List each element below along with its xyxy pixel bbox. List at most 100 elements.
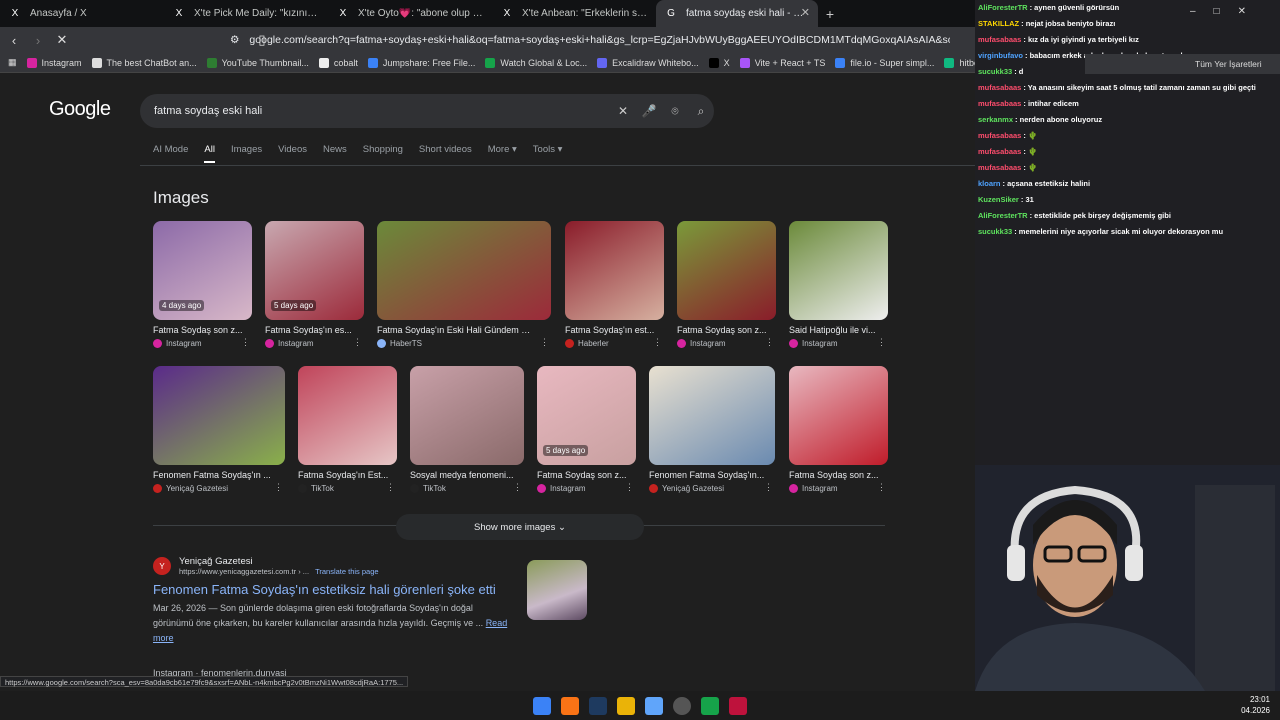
image-source[interactable]: Yeniçağ Gazetesi [662, 484, 724, 493]
search-tab[interactable]: Videos [278, 144, 307, 163]
more-options-icon[interactable]: ⋮ [241, 337, 250, 348]
image-result[interactable]: 4 days ago Fatma Soydaş son z... Instagram… [153, 221, 252, 348]
image-source[interactable]: TikTok [311, 484, 334, 493]
voice-search-icon[interactable]: 🎤 [636, 104, 662, 118]
chat-username[interactable]: virginbufavo [978, 51, 1023, 60]
result-url[interactable]: https://www.yenicaggazetesi.com.tr › ... [179, 567, 309, 576]
start-icon[interactable] [533, 696, 551, 715]
all-bookmarks-folder[interactable]: Tüm Yer İşaretleri [1085, 54, 1280, 74]
image-source[interactable]: Instagram [550, 484, 586, 493]
chat-username[interactable]: serkanmx [978, 115, 1013, 124]
more-options-icon[interactable]: ⋮ [353, 337, 362, 348]
chat-username[interactable]: mufasabaas [978, 163, 1021, 172]
image-result[interactable]: Sosyal medya fenomeni... TikTok ⋮ [410, 366, 524, 493]
result-title[interactable]: Fenomen Fatma Soydaş'ın estetiksiz hali … [153, 582, 513, 597]
image-source[interactable]: Instagram [802, 484, 838, 493]
image-result[interactable]: Fatma Soydaş'ın Eski Hali Gündem Ol... Ha… [377, 221, 551, 348]
image-thumbnail[interactable] [789, 366, 888, 465]
clear-icon[interactable]: ✕ [610, 104, 636, 118]
image-thumbnail[interactable]: 5 days ago [537, 366, 636, 465]
search-tab[interactable]: More ▾ [488, 144, 517, 163]
browser-tab[interactable]: X X'te Oyto💗: "abone olup 31 çekip a [328, 0, 492, 27]
image-result[interactable]: Fenomen Fatma Soydaş'ın ... Yeniçağ Gazet… [153, 366, 285, 493]
show-more-images-button[interactable]: Show more images ⌄ [396, 514, 644, 540]
search-box[interactable]: fatma soydaş eski hali ✕ 🎤 ⌾ ⌕ [140, 94, 714, 128]
image-caption[interactable]: Fatma Soydaş son z... [537, 470, 628, 480]
result-site-name[interactable]: Yeniçağ Gazetesi [179, 556, 379, 567]
more-options-icon[interactable]: ⋮ [386, 482, 395, 493]
image-source[interactable]: Haberler [578, 339, 609, 348]
chat-username[interactable]: sucukk33 [978, 67, 1012, 76]
chat-username[interactable]: sucukk33 [978, 227, 1012, 236]
search-tab[interactable]: News [323, 144, 347, 163]
bookmark-item[interactable]: YouTube Thumbnail... [206, 57, 309, 68]
bookmark-item[interactable]: file.io - Super simpl... [835, 57, 934, 68]
more-options-icon[interactable]: ⋮ [764, 482, 773, 493]
browser-tab[interactable]: Gfatma soydaş eski hali - Google S✕ [656, 0, 818, 27]
site-info-icon[interactable]: ⚙ [230, 34, 239, 46]
translate-link[interactable]: Translate this page [315, 567, 379, 576]
chat-username[interactable]: kloarn [978, 179, 1001, 188]
image-caption[interactable]: Fenomen Fatma Soydaş'ın... [649, 470, 765, 480]
image-thumbnail[interactable] [298, 366, 397, 465]
new-tab-button[interactable]: + [818, 6, 842, 22]
search-query[interactable]: fatma soydaş eski hali [154, 105, 610, 117]
bookmark-item[interactable]: Watch Global & Loc... [485, 57, 587, 68]
image-caption[interactable]: Fatma Soydaş'ın Est... [298, 470, 389, 480]
more-options-icon[interactable]: ⋮ [513, 482, 522, 493]
image-thumbnail[interactable] [789, 221, 888, 320]
image-caption[interactable]: Fatma Soydaş son z... [677, 325, 768, 335]
chat-username[interactable]: mufasabaas [978, 131, 1021, 140]
close-tab-icon[interactable]: ✕ [801, 6, 810, 19]
stop-icon[interactable]: ✕ [52, 32, 72, 48]
image-caption[interactable]: Fatma Soydaş'ın Eski Hali Gündem Ol... [377, 325, 537, 335]
image-thumbnail[interactable]: 4 days ago [153, 221, 252, 320]
google-logo[interactable]: Google [49, 98, 111, 121]
back-icon[interactable]: ‹ [4, 33, 24, 48]
image-thumbnail[interactable] [677, 221, 776, 320]
result-thumbnail[interactable] [527, 560, 587, 620]
search-tab[interactable]: All [204, 144, 215, 163]
browser-tab[interactable]: X Anasayfa / X [0, 0, 164, 27]
search-tab[interactable]: Tools ▾ [533, 144, 563, 163]
image-thumbnail[interactable]: 5 days ago [265, 221, 364, 320]
folder-icon[interactable] [617, 696, 635, 715]
bookmark-item[interactable]: Excalidraw Whitebo... [597, 57, 699, 68]
image-result[interactable]: Fatma Soydaş son z... Instagram ⋮ [677, 221, 776, 348]
search-tab[interactable]: Shopping [363, 144, 403, 163]
more-options-icon[interactable]: ⋮ [765, 337, 774, 348]
obs-icon[interactable] [673, 696, 691, 715]
more-options-icon[interactable]: ⋮ [625, 482, 634, 493]
bookmark-item[interactable]: hitbox.io - Official Si... [944, 57, 975, 68]
image-source[interactable]: Instagram [278, 339, 314, 348]
image-source[interactable]: Instagram [802, 339, 838, 348]
window-controls[interactable]: –□✕ [1190, 6, 1264, 17]
url-field[interactable]: ⚙ google.com/search?q=fatma+soydaş+eski+… [230, 29, 950, 51]
search-tab[interactable]: Short videos [419, 144, 472, 163]
brave-icon[interactable] [561, 696, 579, 715]
image-caption[interactable]: Fatma Soydaş'ın es... [265, 325, 356, 335]
more-options-icon[interactable]: ⋮ [877, 337, 886, 348]
image-caption[interactable]: Sosyal medya fenomeni... [410, 470, 515, 480]
image-source[interactable]: Instagram [166, 339, 202, 348]
image-source[interactable]: TikTok [423, 484, 446, 493]
chat-username[interactable]: mufasabaas [978, 147, 1021, 156]
image-caption[interactable]: Fenomen Fatma Soydaş'ın ... [153, 470, 274, 480]
image-thumbnail[interactable] [565, 221, 664, 320]
apps-icon[interactable]: ▦ [8, 57, 17, 68]
chat-username[interactable]: mufasabaas [978, 35, 1021, 44]
chat-username[interactable]: mufasabaas [978, 99, 1021, 108]
image-result[interactable]: 5 days ago Fatma Soydaş son z... Instagram… [537, 366, 636, 493]
image-result[interactable]: Fatma Soydaş'ın est... Haberler ⋮ [565, 221, 664, 348]
more-options-icon[interactable]: ⋮ [274, 482, 283, 493]
bookmark-item[interactable]: Instagram [26, 57, 82, 68]
browser-tab[interactable]: X X'te Anbean: "Erkeklerin sevgililerinde [492, 0, 656, 27]
more-options-icon[interactable]: ⋮ [653, 337, 662, 348]
image-result[interactable]: Said Hatipoğlu ile vi... Instagram ⋮ [789, 221, 888, 348]
image-source[interactable]: HaberTS [390, 339, 422, 348]
search-tab[interactable]: AI Mode [153, 144, 188, 163]
image-source[interactable]: Instagram [690, 339, 726, 348]
image-caption[interactable]: Said Hatipoğlu ile vi... [789, 325, 880, 335]
image-thumbnail[interactable] [649, 366, 775, 465]
image-result[interactable]: Fatma Soydaş son z... Instagram ⋮ [789, 366, 888, 493]
